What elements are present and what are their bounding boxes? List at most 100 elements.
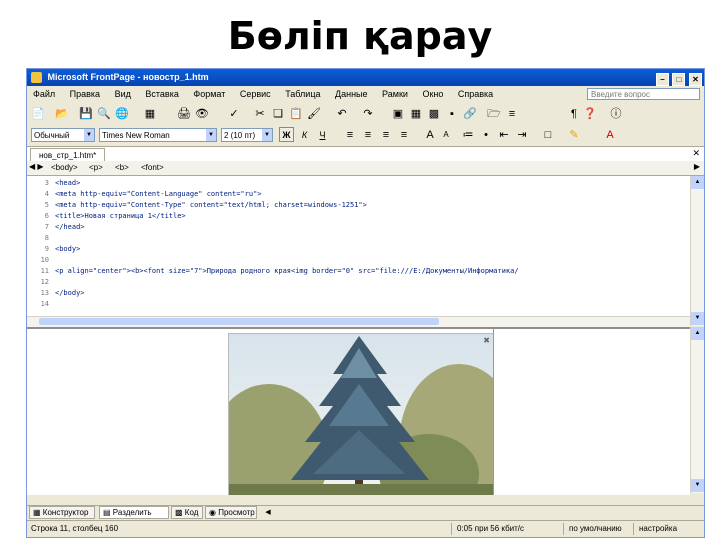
align-left-icon[interactable]: ≡	[343, 128, 357, 142]
menu-frames[interactable]: Рамки	[376, 86, 414, 103]
highlight-icon[interactable]: ✎	[567, 128, 581, 142]
publish-icon[interactable]: 🌐	[115, 107, 129, 121]
numbering-icon[interactable]: ≔	[461, 128, 475, 142]
new-page-icon[interactable]: 📄	[31, 107, 45, 121]
tag-font[interactable]: <font>	[137, 162, 168, 173]
title-bar[interactable]: Microsoft FrontPage - новостр_1.htm – □ …	[27, 69, 704, 86]
show-all-icon[interactable]: ¶	[567, 107, 581, 121]
help-icon[interactable]: ❓	[583, 107, 597, 121]
help-circle-icon[interactable]: ⓘ	[609, 107, 623, 121]
minimize-button[interactable]: –	[655, 73, 669, 86]
folder-list-icon[interactable]: 🗁	[487, 107, 501, 121]
open-icon[interactable]: 📂	[55, 107, 69, 121]
tag-nav-back-icon[interactable]: ◀ ▶	[29, 162, 44, 171]
align-center-icon[interactable]: ≡	[361, 128, 375, 142]
code-line[interactable]: 11 <p align="center"><b><font size="7">Пр…	[27, 266, 519, 277]
code-vertical-scrollbar[interactable]: ▲ ▼	[690, 176, 704, 326]
scroll-down-icon[interactable]: ▼	[691, 479, 704, 492]
align-right-icon[interactable]: ≡	[379, 128, 393, 142]
scroll-up-icon[interactable]: ▲	[691, 327, 704, 340]
font-select[interactable]: Times New Roman ▼	[99, 128, 217, 142]
decrease-indent-icon[interactable]: ⇤	[497, 128, 511, 142]
navigation-icon[interactable]: ≡	[505, 107, 519, 121]
scroll-thumb[interactable]	[39, 318, 439, 325]
tab-document[interactable]: нов_стр_1.htm*	[30, 148, 106, 162]
menu-format[interactable]: Формат	[187, 86, 231, 103]
insert-layer-icon[interactable]: ▣	[391, 107, 405, 121]
inserted-tree-image[interactable]: ✖	[228, 333, 494, 495]
menu-help[interactable]: Справка	[452, 86, 499, 103]
increase-font-icon[interactable]: A	[423, 128, 437, 142]
help-question-input[interactable]: Введите вопрос	[587, 88, 700, 100]
code-line[interactable]: 3 <head>	[27, 178, 81, 189]
tag-b[interactable]: <b>	[111, 162, 133, 173]
code-line[interactable]: 10	[27, 255, 55, 266]
code-line[interactable]: 12	[27, 277, 55, 288]
justify-icon[interactable]: ≡	[397, 128, 411, 142]
code-line[interactable]: 6 <title>Новая страница 1</title>	[27, 211, 186, 222]
style-select[interactable]: Обычный ▼	[31, 128, 95, 142]
tab-split[interactable]: ▤ Разделить	[99, 506, 169, 519]
custom-mode[interactable]: настройка	[639, 521, 677, 537]
menu-tools[interactable]: Сервис	[234, 86, 277, 103]
tab-preview[interactable]: ◉ Просмотр	[205, 506, 257, 519]
code-line[interactable]: 14	[27, 299, 55, 310]
code-horizontal-scrollbar[interactable]	[27, 316, 690, 327]
design-view[interactable]: ✖	[27, 327, 690, 495]
menu-data[interactable]: Данные	[329, 86, 374, 103]
size-select[interactable]: 2 (10 пт) ▼	[221, 128, 273, 142]
hyperlink-icon[interactable]: 🔗	[463, 107, 477, 121]
code-line[interactable]: 7 </head>	[27, 222, 85, 233]
tag-body[interactable]: <body>	[47, 162, 82, 173]
drawing-icon[interactable]: ▪	[445, 107, 459, 121]
save-icon[interactable]: 💾	[79, 107, 93, 121]
code-view[interactable]: 3 <head> 4 <meta http-equiv="Content-Langu…	[27, 176, 690, 316]
menu-edit[interactable]: Правка	[64, 86, 106, 103]
spelling-icon[interactable]: ✓	[227, 107, 241, 121]
menu-table[interactable]: Таблица	[279, 86, 326, 103]
tag-nav-forward-icon[interactable]: ▶	[694, 162, 700, 171]
insert-table-icon[interactable]: ▦	[409, 107, 423, 121]
tab-code[interactable]: ▩ Код	[171, 506, 203, 519]
increase-indent-icon[interactable]: ⇥	[515, 128, 529, 142]
code-line[interactable]: 4 <meta http-equiv="Content-Language" con…	[27, 189, 262, 200]
design-vertical-scrollbar[interactable]: ▲ ▼	[690, 327, 704, 493]
copy-icon[interactable]: ❏	[271, 107, 285, 121]
italic-button[interactable]: К	[297, 127, 312, 142]
code-line[interactable]: 9 <body>	[27, 244, 81, 255]
menu-file[interactable]: Файл	[27, 86, 61, 103]
menu-view[interactable]: Вид	[109, 86, 137, 103]
underline-button[interactable]: Ч	[315, 127, 330, 142]
web-component-icon[interactable]: ▦	[143, 107, 157, 121]
tab-design[interactable]: ▦ Конструктор	[29, 506, 95, 519]
close-button[interactable]: ✕	[689, 73, 702, 86]
maximize-button[interactable]: □	[672, 73, 686, 86]
insert-picture-icon[interactable]: ▩	[427, 107, 441, 121]
preview-icon[interactable]: 👁	[195, 107, 209, 121]
default-mode[interactable]: по умолчанию	[569, 521, 622, 537]
code-line[interactable]: 13 </body>	[27, 288, 85, 299]
print-icon[interactable]: 🖨	[177, 107, 191, 121]
borders-icon[interactable]: □	[541, 128, 555, 142]
close-icon[interactable]: ✕	[692, 148, 700, 159]
format-painter-icon[interactable]: 🖌	[307, 107, 321, 121]
code-line[interactable]: 5 <meta http-equiv="Content-Type" content…	[27, 200, 367, 211]
code-line[interactable]: 8	[27, 233, 55, 244]
bold-button[interactable]: Ж	[279, 127, 294, 142]
scroll-left-icon[interactable]: ◀	[261, 506, 275, 520]
tag-p[interactable]: <p>	[85, 162, 107, 173]
paste-icon[interactable]: 📋	[289, 107, 303, 121]
bullets-icon[interactable]: •	[479, 128, 493, 142]
scroll-up-icon[interactable]: ▲	[691, 176, 704, 189]
menu-window[interactable]: Окно	[416, 86, 449, 103]
menu-insert[interactable]: Вставка	[139, 86, 184, 103]
undo-icon[interactable]: ↶	[335, 107, 349, 121]
slide-title: Бөліп қарау	[227, 14, 493, 58]
redo-icon[interactable]: ↷	[361, 107, 375, 121]
cut-icon[interactable]: ✂	[253, 107, 267, 121]
scroll-down-icon[interactable]: ▼	[691, 312, 704, 325]
standard-toolbar: 📄 📂 💾 🔍 🌐 ▦ 🖨 👁 ✓ ✂ ❏ 📋 🖌 ↶ ↷ ▣ ▦ ▩ ▪ 🔗 …	[27, 104, 704, 125]
search-icon[interactable]: 🔍	[97, 107, 111, 121]
decrease-font-icon[interactable]: A	[439, 128, 453, 142]
font-color-icon[interactable]: A	[603, 128, 617, 142]
